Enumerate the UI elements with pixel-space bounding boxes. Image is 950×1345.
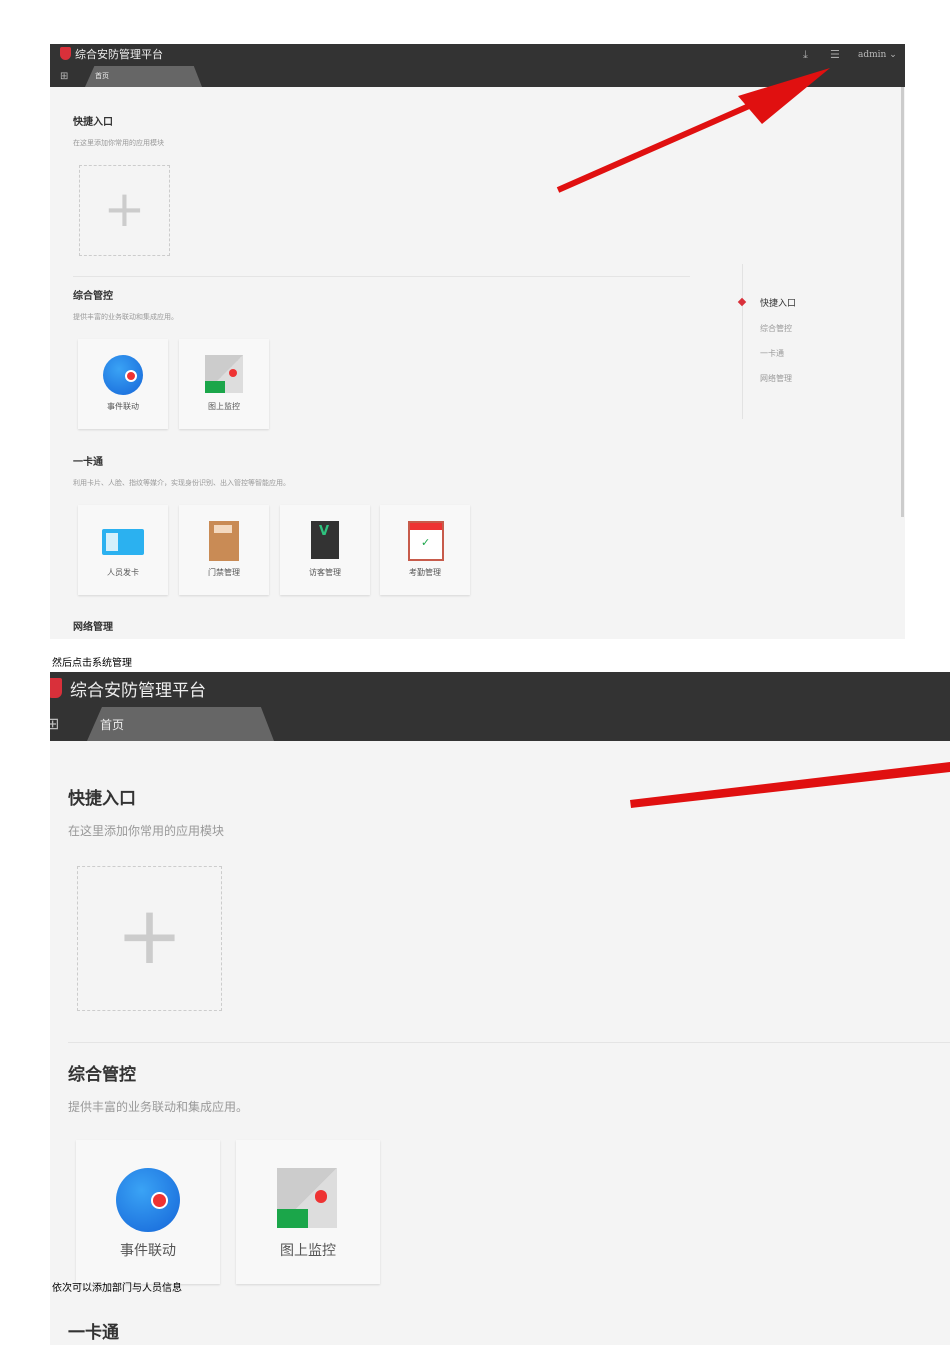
red-arrow-icon: [556, 68, 830, 193]
annotation-arrows: [556, 68, 950, 808]
red-arrow-line: [630, 762, 950, 808]
